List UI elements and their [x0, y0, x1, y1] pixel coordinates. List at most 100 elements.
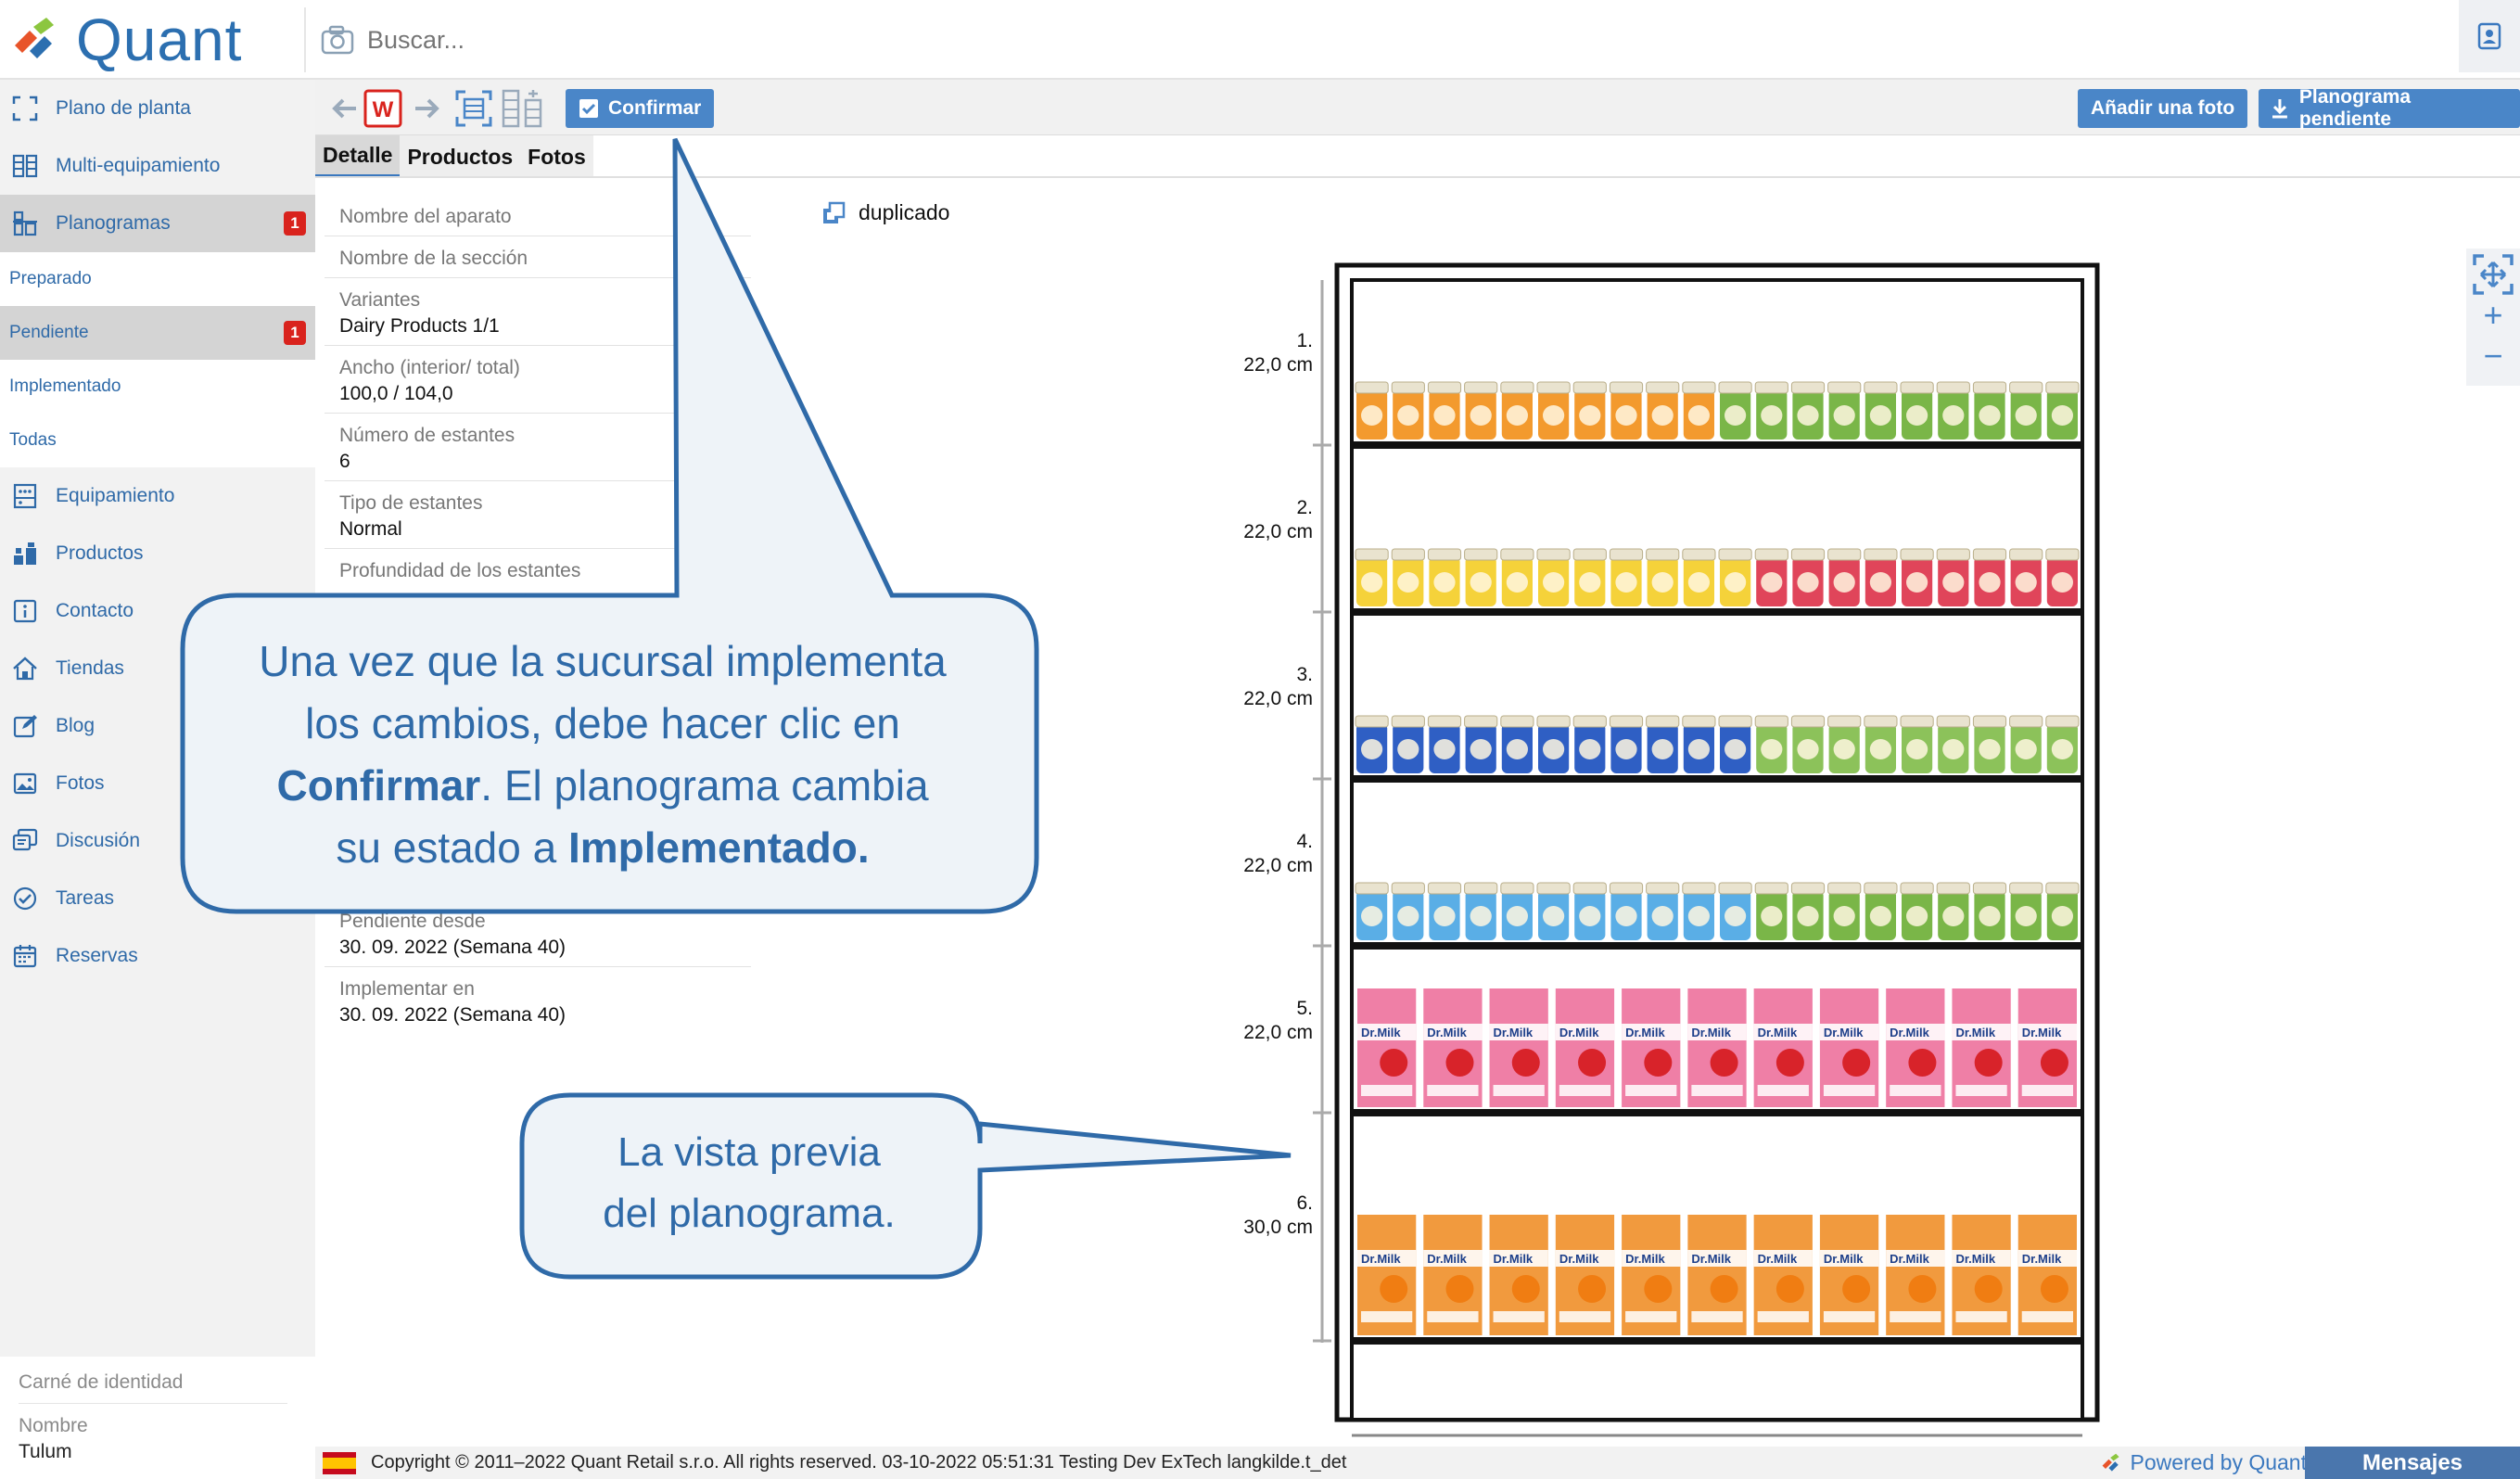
product-jar-label — [1651, 572, 1674, 593]
product-jar-lid — [1754, 548, 1788, 561]
download-icon — [2272, 99, 2287, 119]
product-jar-lid — [1355, 381, 1389, 394]
toolbar: W Confirmar Añadir una foto Planograma p… — [315, 80, 2520, 135]
product-carton-footer — [1361, 1085, 1413, 1096]
callout-line: Confirmar. El planograma cambia — [185, 755, 1020, 817]
zoom-out-button[interactable]: − — [2483, 336, 2502, 376]
product-carton-footer — [1427, 1085, 1479, 1096]
sidebar-item-label: Plano de planta — [56, 97, 191, 119]
sidebar-item-products[interactable]: Productos — [0, 525, 315, 582]
product-jar-lid — [1464, 548, 1498, 561]
product-fruit-graphic — [1644, 1049, 1673, 1077]
product-brand-label: Dr.Milk — [1559, 1026, 1599, 1039]
detail-field: Nombre del aparato — [325, 195, 751, 236]
product-jar-lid — [1355, 882, 1389, 895]
product-carton-footer — [1890, 1311, 1941, 1322]
search-bar[interactable] — [321, 17, 1433, 63]
product-jar-label — [1833, 405, 1855, 426]
product-jar-lid — [1427, 882, 1462, 895]
sidebar-item-planograms[interactable]: Planogramas 1 — [0, 195, 315, 252]
sidebar-subitem-label: Implementado — [9, 376, 121, 396]
camera-icon[interactable] — [321, 25, 354, 55]
product-brand-label: Dr.Milk — [1691, 1252, 1731, 1266]
sidebar-item-equipment[interactable]: Equipamiento — [0, 467, 315, 525]
warning-w-icon[interactable]: W — [362, 87, 404, 130]
zoom-in-button[interactable]: + — [2483, 295, 2502, 336]
product-carton-footer — [1361, 1311, 1413, 1322]
tab-products[interactable]: Productos — [400, 135, 521, 178]
chat-icon — [11, 827, 39, 855]
product-jar-label — [1906, 572, 1928, 593]
tab-photos[interactable]: Fotos — [520, 135, 593, 178]
quant-logo[interactable]: Quant — [9, 6, 242, 73]
search-input[interactable] — [367, 25, 1202, 55]
product-jar-lid — [1754, 715, 1788, 728]
product-jar-label — [1942, 739, 1965, 759]
product-jar-lid — [1827, 715, 1862, 728]
name-value: Tulum — [19, 1441, 72, 1462]
forward-arrow-icon[interactable] — [406, 87, 449, 130]
product-carton-footer — [1955, 1311, 2007, 1322]
field-value: 6 — [339, 451, 350, 472]
duplicate-link[interactable]: duplicado — [821, 200, 949, 225]
product-carton-footer — [1890, 1085, 1941, 1096]
confirm-button[interactable]: Confirmar — [566, 89, 715, 128]
shelf-layout-icon[interactable] — [501, 87, 543, 130]
sidebar-subitem-prepared[interactable]: Preparado — [0, 252, 315, 306]
sidebar-item-label: Tareas — [56, 887, 115, 909]
product-jar-label — [2015, 405, 2037, 426]
callout-confirm-text: Una vez que la sucursal implementa los c… — [185, 631, 1020, 879]
equipment-icon — [11, 482, 39, 510]
sidebar-item-reservations[interactable]: Reservas — [0, 927, 315, 985]
sidebar-item-multi-equipment[interactable]: Multi-equipamiento — [0, 137, 315, 195]
product-jar-label — [1361, 906, 1383, 926]
product-jar-lid — [1900, 882, 1934, 895]
product-fruit-graphic — [1974, 1275, 2003, 1303]
spain-flag-icon[interactable] — [323, 1451, 356, 1474]
product-jar-lid — [1572, 548, 1607, 561]
detail-panel: Nombre del aparato Nombre de la sección … — [325, 195, 751, 590]
fit-screen-icon[interactable] — [2473, 254, 2514, 295]
add-photo-button[interactable]: Añadir una foto — [2078, 89, 2248, 128]
product-jar-label — [1687, 906, 1710, 926]
shelf-board — [1352, 441, 2082, 449]
product-jar-label — [1651, 906, 1674, 926]
sidebar-subitem-pending[interactable]: Pendiente 1 — [0, 306, 315, 360]
name-label: Nombre — [19, 1415, 88, 1436]
product-brand-label: Dr.Milk — [1890, 1252, 1929, 1266]
sidebar-item-floor-plan[interactable]: Plano de planta — [0, 80, 315, 137]
frame-select-icon[interactable] — [452, 87, 495, 130]
field-label: Nombre de la sección — [339, 248, 528, 269]
expand-frame-icon — [11, 95, 39, 122]
messages-button[interactable]: Mensajes — [2305, 1447, 2520, 1479]
product-carton-footer — [1955, 1085, 2007, 1096]
back-arrow-icon[interactable] — [323, 87, 365, 130]
product-fruit-graphic — [2040, 1275, 2068, 1303]
user-profile-button[interactable] — [2459, 0, 2520, 72]
sidebar-subitem-all[interactable]: Todas — [0, 414, 315, 467]
product-jar-label — [2051, 405, 2073, 426]
product-jar-lid — [1790, 715, 1826, 728]
product-jar-lid — [1790, 381, 1826, 394]
product-brand-label: Dr.Milk — [1625, 1252, 1665, 1266]
product-jar-label — [1979, 739, 2001, 759]
product-carton-footer — [1757, 1085, 1809, 1096]
product-jar-label — [1942, 906, 1965, 926]
product-jar-lid — [1900, 715, 1934, 728]
tab-detail[interactable]: Detalle — [315, 135, 401, 178]
pending-planogram-button[interactable]: Planograma pendiente — [2259, 86, 2520, 130]
shelf-number-label: 4. — [1296, 831, 1313, 852]
powered-by-link[interactable]: Powered by Quant — [2100, 1447, 2307, 1479]
planogram-preview[interactable]: 1. 22,0 cm 2. 22,0 cm 3. 22,0 cm 4. 22,0 cm 5. 22… — [1205, 250, 2114, 1456]
shelf-board — [1352, 1109, 2082, 1116]
product-jar-label — [1725, 405, 1747, 426]
product-jar-lid — [1646, 715, 1680, 728]
product-jar-lid — [1790, 548, 1826, 561]
product-brand-label: Dr.Milk — [1691, 1026, 1731, 1039]
check-circle-icon — [11, 885, 39, 912]
product-jar-label — [1543, 405, 1565, 426]
product-brand-label: Dr.Milk — [1758, 1026, 1798, 1039]
shelf-number-label: 1. — [1296, 330, 1313, 351]
sidebar-subitem-implemented[interactable]: Implementado — [0, 360, 315, 414]
quant-logo-icon — [15, 18, 54, 58]
